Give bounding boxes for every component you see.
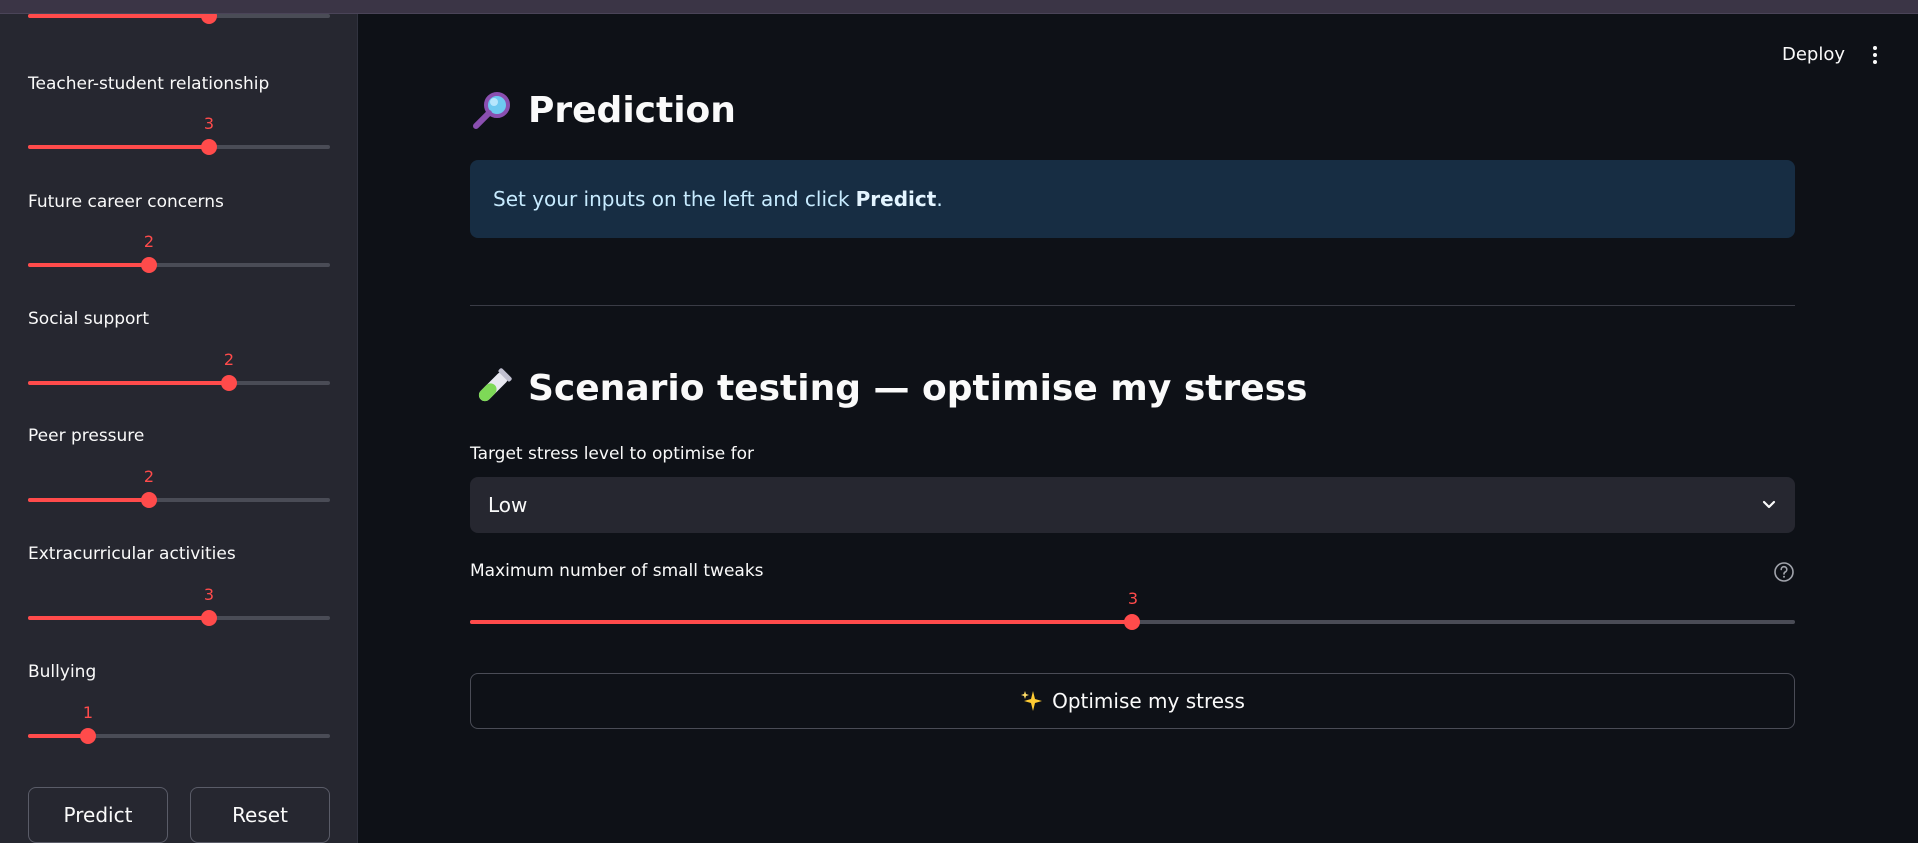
slider-track[interactable] [28, 610, 330, 626]
info-end: . [936, 187, 943, 211]
magnifying-glass-icon [473, 92, 510, 129]
slider-peer-pressure: Peer pressure 2 [28, 426, 330, 508]
slider-label: Future career concerns [28, 192, 224, 212]
tweaks-slider-track[interactable] [470, 614, 1795, 630]
slider-label: Extracurricular activities [28, 544, 236, 564]
optimise-label: Optimise my stress [1052, 689, 1245, 713]
slider-value: 1 [82, 703, 94, 722]
target-stress-label: Target stress level to optimise for [470, 444, 754, 464]
info-alert: Set your inputs on the left and click Pr… [470, 160, 1795, 238]
chevron-down-icon [1762, 500, 1776, 509]
slider-track[interactable] [28, 728, 330, 744]
slider-thumb[interactable] [201, 610, 217, 626]
slider-bullying: Bullying 1 [28, 662, 330, 744]
top-strip [0, 0, 1918, 14]
info-text: Set your inputs on the left and click [493, 187, 850, 211]
slider-track[interactable] [28, 492, 330, 508]
slider-value: 2 [143, 232, 155, 251]
target-stress-select[interactable]: Low [470, 477, 1795, 533]
slider-fill [28, 616, 209, 620]
reset-button[interactable]: Reset [190, 787, 330, 843]
scenario-title: Scenario testing — optimise my stress [528, 367, 1308, 409]
scenario-heading: Scenario testing — optimise my stress [470, 366, 1307, 410]
slider-track[interactable] [28, 139, 330, 155]
slider-thumb[interactable] [201, 139, 217, 155]
divider [470, 305, 1795, 306]
slider-future-career: Future career concerns 2 [28, 192, 330, 273]
deploy-button[interactable]: Deploy [1782, 44, 1845, 65]
slider-fill [28, 14, 209, 18]
select-value: Low [488, 493, 528, 517]
optimise-button[interactable]: Optimise my stress [470, 673, 1795, 729]
prediction-heading: Prediction [470, 88, 736, 132]
sparkles-icon [1021, 691, 1043, 711]
slider-fill [28, 498, 149, 502]
slider-value: 2 [143, 467, 155, 486]
slider-thumb[interactable] [141, 492, 157, 508]
slider-thumb[interactable] [141, 257, 157, 273]
slider-track[interactable] [28, 257, 330, 273]
slider-fill [28, 381, 229, 385]
slider-partial [28, 14, 330, 24]
tweaks-label: Maximum number of small tweaks [470, 561, 764, 581]
slider-value: 3 [203, 114, 215, 133]
slider-thumb[interactable] [201, 14, 217, 24]
slider-value: 2 [223, 350, 235, 369]
test-tube-icon [478, 368, 512, 402]
tweaks-value: 3 [1127, 589, 1139, 608]
tweaks-slider-fill [470, 620, 1132, 624]
slider-extracurricular: Extracurricular activities 3 [28, 544, 330, 626]
slider-track[interactable] [28, 14, 330, 24]
kebab-icon[interactable] [1871, 46, 1879, 66]
slider-social-support: Social support 2 [28, 309, 330, 391]
slider-label: Social support [28, 309, 150, 329]
prediction-title: Prediction [528, 89, 736, 131]
slider-thumb[interactable] [221, 375, 237, 391]
sidebar: Teacher-student relationship 3 Future ca… [0, 14, 358, 843]
slider-teacher-student: Teacher-student relationship 3 [28, 74, 330, 155]
slider-label: Teacher-student relationship [28, 74, 270, 94]
slider-fill [28, 145, 209, 149]
slider-label: Bullying [28, 662, 97, 682]
slider-fill [28, 734, 88, 738]
help-icon[interactable] [1773, 561, 1795, 583]
slider-value: 3 [203, 585, 215, 604]
slider-fill [28, 263, 149, 267]
slider-track[interactable] [28, 375, 330, 391]
slider-label: Peer pressure [28, 426, 145, 446]
predict-button[interactable]: Predict [28, 787, 168, 843]
slider-thumb[interactable] [80, 728, 96, 744]
info-bold: Predict [855, 187, 937, 211]
tweaks-slider-thumb[interactable] [1124, 614, 1140, 630]
